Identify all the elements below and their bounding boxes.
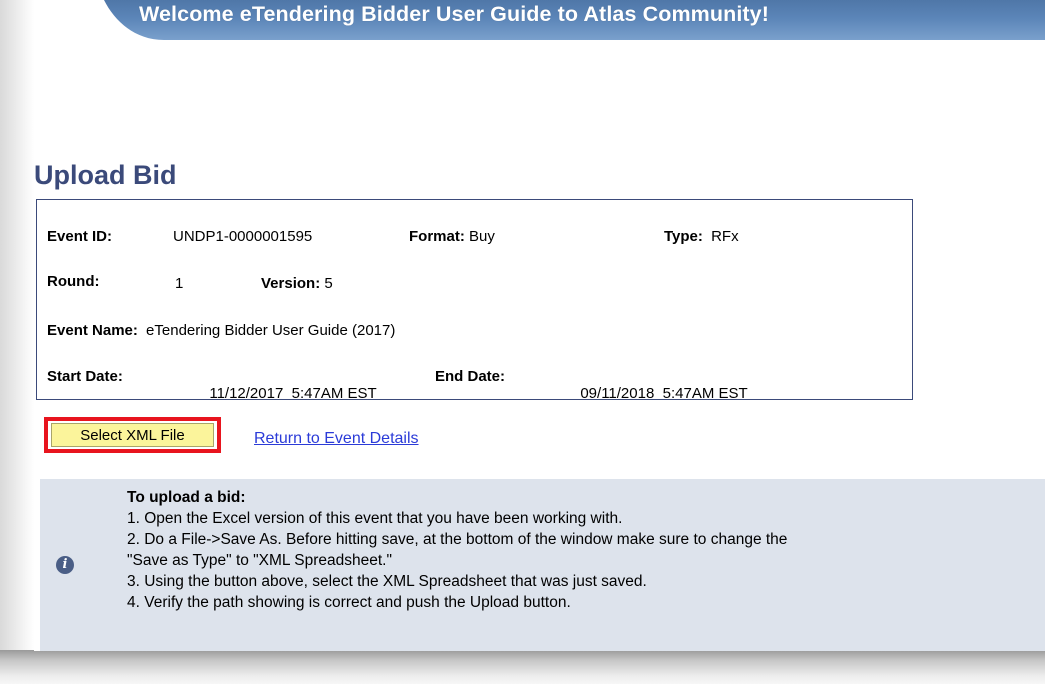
type-cell: Type: RFx — [664, 228, 739, 245]
event-name-cell: Event Name: eTendering Bidder User Guide… — [47, 322, 395, 339]
banner-title: Welcome eTendering Bidder User Guide to … — [139, 2, 769, 26]
round-value: 1 — [175, 275, 184, 292]
round-label: Round: — [47, 273, 100, 290]
instruction-step: 4. Verify the path showing is correct an… — [127, 594, 571, 611]
event-info-box: Event ID: UNDP1-0000001595 Format: Buy T… — [36, 199, 913, 402]
page-content: Welcome eTendering Bidder User Guide to … — [34, 0, 1045, 651]
event-name-value: eTendering Bidder User Guide (2017) — [146, 322, 396, 339]
format-value: Buy — [469, 228, 495, 245]
start-date-label-cell: Start Date: — [47, 368, 123, 385]
format-label: Format: — [409, 228, 465, 245]
version-cell: Version: 5 — [261, 275, 333, 292]
round-cell: Round: — [47, 273, 99, 290]
type-value: RFx — [711, 228, 739, 245]
event-name-label: Event Name: — [47, 322, 138, 339]
select-xml-highlight: Select XML File — [44, 417, 221, 453]
start-date-value: 11/12/2017 5:47AM EST — [209, 385, 377, 402]
header-banner: Welcome eTendering Bidder User Guide to … — [74, 0, 1045, 40]
return-to-event-details-link[interactable]: Return to Event Details — [254, 430, 419, 448]
instruction-step: 3. Using the button above, select the XM… — [127, 573, 647, 590]
info-icon: i — [56, 556, 74, 574]
event-id-value: UNDP1-0000001595 — [173, 228, 313, 245]
end-date-label: End Date: — [435, 368, 506, 385]
screenshot-frame: Welcome eTendering Bidder User Guide to … — [0, 0, 1045, 684]
type-label: Type: — [664, 228, 703, 245]
event-id-label: Event ID: — [47, 228, 113, 245]
end-date-label-cell: End Date: — [435, 368, 505, 385]
version-value: 5 — [324, 275, 333, 292]
instructions-heading: To upload a bid: — [127, 489, 246, 506]
instruction-step: "Save as Type" to "XML Spreadsheet." — [127, 552, 392, 569]
select-xml-file-button[interactable]: Select XML File — [51, 423, 214, 447]
round-value-cell: 1 — [175, 275, 183, 292]
version-label: Version: — [261, 275, 321, 292]
instructions-text: To upload a bid: 1. Open the Excel versi… — [127, 487, 787, 613]
frame-bottom-edge — [0, 650, 1045, 684]
frame-left-edge — [0, 0, 34, 650]
instruction-step: 2. Do a File->Save As. Before hitting sa… — [127, 531, 788, 548]
event-id-value-cell: UNDP1-0000001595 — [173, 228, 312, 245]
end-date-value-cell: 09/11/2018 5:47AM EST — [547, 368, 748, 419]
instruction-step: 1. Open the Excel version of this event … — [127, 510, 623, 527]
page-title: Upload Bid — [34, 160, 177, 190]
upload-instructions-panel: i To upload a bid: 1. Open the Excel ver… — [40, 479, 1045, 651]
start-date-label: Start Date: — [47, 368, 123, 385]
event-id-row: Event ID: — [47, 228, 112, 245]
end-date-value: 09/11/2018 5:47AM EST — [580, 385, 748, 402]
start-date-value-cell: 11/12/2017 5:47AM EST — [176, 368, 377, 419]
format-cell: Format: Buy — [409, 228, 495, 245]
